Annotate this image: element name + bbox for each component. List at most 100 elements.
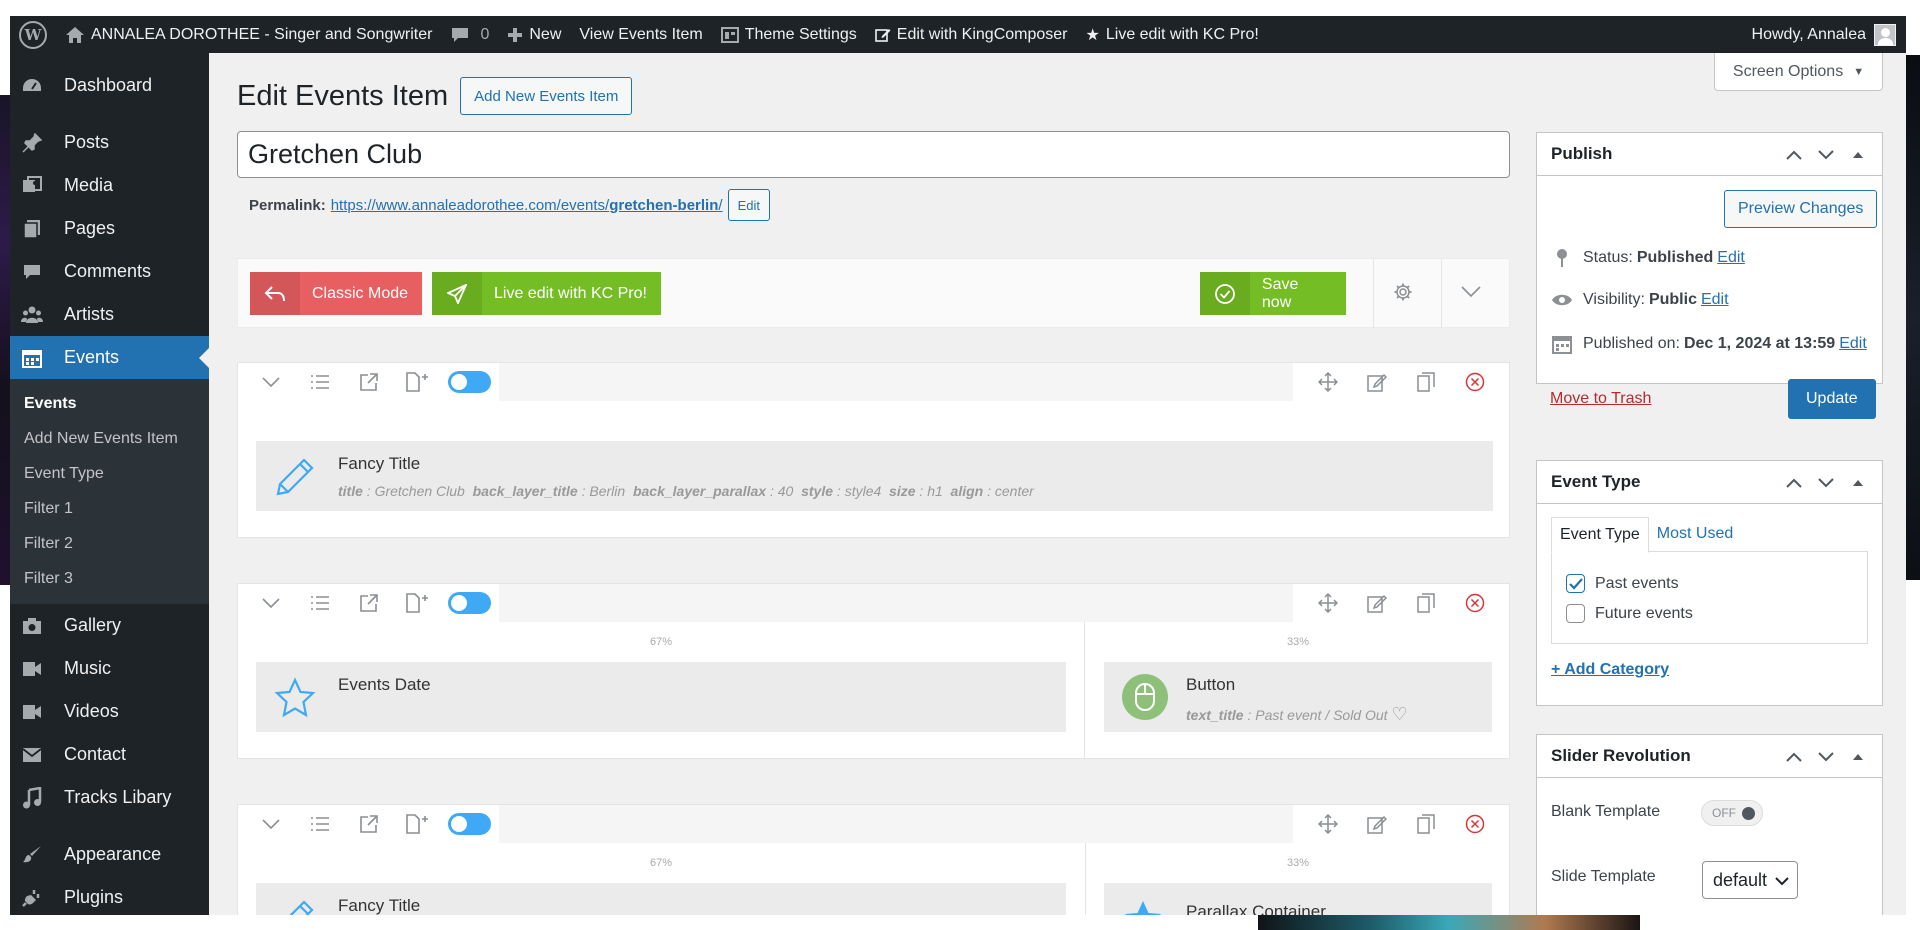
- sidebar-item-artists[interactable]: Artists: [10, 293, 209, 336]
- submenu-filter-2[interactable]: Filter 2: [10, 526, 209, 561]
- add-page-icon[interactable]: [393, 363, 442, 401]
- sidebar-item-label: Dashboard: [64, 75, 153, 95]
- edit-icon[interactable]: [1352, 584, 1401, 622]
- submenu-event-type[interactable]: Event Type: [10, 456, 209, 491]
- copy-icon[interactable]: [1401, 363, 1450, 401]
- chevron-down-icon[interactable]: [1810, 149, 1842, 160]
- slide-template-select[interactable]: default: [1702, 861, 1799, 899]
- sidebar-item-contact[interactable]: Contact: [10, 733, 209, 776]
- avatar: [1874, 23, 1896, 46]
- wp-logo-menu[interactable]: W: [10, 16, 56, 53]
- preview-changes-button[interactable]: Preview Changes: [1724, 190, 1878, 228]
- edit-kingcomposer-link[interactable]: Edit with KingComposer: [866, 16, 1077, 53]
- post-title-input[interactable]: Gretchen Club: [237, 131, 1510, 178]
- element-fancy-title[interactable]: Fancy Title title : Gretchen Club back_l…: [256, 441, 1493, 511]
- update-button[interactable]: Update: [1788, 379, 1876, 419]
- sidebar-item-comments[interactable]: Comments: [10, 250, 209, 293]
- move-icon[interactable]: [1303, 584, 1352, 622]
- sidebar-item-videos[interactable]: Videos: [10, 690, 209, 733]
- edit-icon[interactable]: [1352, 363, 1401, 401]
- row-visibility-toggle[interactable]: [448, 813, 491, 835]
- blank-template-switch[interactable]: OFF: [1701, 800, 1763, 826]
- list-icon[interactable]: [295, 584, 344, 622]
- kingcomposer-toolbar: Classic Mode Live edit with KC Pro! Save…: [237, 258, 1510, 329]
- move-icon[interactable]: [1303, 363, 1352, 401]
- visibility-edit-link[interactable]: Edit: [1701, 291, 1729, 309]
- row-visibility-toggle[interactable]: [448, 371, 491, 393]
- submenu-filter-3[interactable]: Filter 3: [10, 561, 209, 596]
- element-parallax-container[interactable]: Parallax Container: [1104, 883, 1492, 915]
- sidebar-item-tracks-libary[interactable]: Tracks Libary: [10, 776, 209, 819]
- sidebar-item-plugins[interactable]: Plugins: [10, 876, 209, 919]
- list-icon[interactable]: [295, 805, 344, 843]
- chevron-down-icon[interactable]: [246, 584, 295, 622]
- theme-settings-link[interactable]: Theme Settings: [712, 16, 866, 53]
- caret-up-icon[interactable]: [1842, 753, 1874, 761]
- category-option[interactable]: Future events: [1566, 604, 1693, 623]
- share-icon[interactable]: [344, 363, 393, 401]
- comments-link[interactable]: 0: [441, 16, 498, 53]
- move-icon[interactable]: [1303, 805, 1352, 843]
- permalink-edit-button[interactable]: Edit: [727, 189, 770, 221]
- chevron-up-icon[interactable]: [1778, 752, 1810, 762]
- caret-up-icon[interactable]: [1842, 151, 1874, 159]
- tab-most-used[interactable]: Most Used: [1649, 517, 1741, 553]
- submenu-add-new-events-item[interactable]: Add New Events Item: [10, 421, 209, 456]
- list-icon[interactable]: [295, 363, 344, 401]
- chevron-down-icon[interactable]: [1810, 751, 1842, 762]
- view-item-link[interactable]: View Events Item: [570, 16, 711, 53]
- live-edit-kc-button[interactable]: Live edit with KC Pro!: [432, 272, 661, 315]
- chevron-down-icon[interactable]: [246, 363, 295, 401]
- sidebar-item-media[interactable]: Media: [10, 164, 209, 207]
- add-page-icon[interactable]: [393, 805, 442, 843]
- delete-circle-icon[interactable]: [1450, 584, 1499, 622]
- element-events-date[interactable]: Events Date: [256, 662, 1066, 732]
- chevron-down-icon[interactable]: [246, 805, 295, 843]
- classic-mode-button[interactable]: Classic Mode: [250, 272, 422, 315]
- sidebar-item-events[interactable]: Events: [10, 336, 209, 379]
- category-option[interactable]: Past events: [1566, 574, 1679, 593]
- delete-circle-icon[interactable]: [1450, 363, 1499, 401]
- new-content-link[interactable]: New: [498, 16, 570, 53]
- share-icon[interactable]: [344, 584, 393, 622]
- element-fancy-title[interactable]: Fancy Title: [256, 883, 1066, 915]
- screen-options-button[interactable]: Screen Options ▼: [1714, 53, 1883, 91]
- sidebar-item-gallery[interactable]: Gallery: [10, 604, 209, 647]
- chevron-down-icon[interactable]: [1461, 285, 1481, 303]
- delete-circle-icon[interactable]: [1450, 805, 1499, 843]
- checkbox-unchecked[interactable]: [1566, 604, 1585, 623]
- my-account-menu[interactable]: Howdy, Annalea: [1752, 23, 1906, 46]
- row-visibility-toggle[interactable]: [448, 592, 491, 614]
- add-page-icon[interactable]: [393, 584, 442, 622]
- caret-up-icon[interactable]: [1842, 479, 1874, 487]
- chevron-down-icon[interactable]: [1810, 477, 1842, 488]
- share-icon[interactable]: [344, 805, 393, 843]
- add-category-link[interactable]: + Add Category: [1551, 661, 1669, 679]
- add-new-events-item-button[interactable]: Add New Events Item: [460, 77, 633, 115]
- permalink-link[interactable]: https://www.annaleadorothee.com/events/g…: [331, 197, 723, 214]
- site-name-link[interactable]: ANNALEA DOROTHEE - Singer and Songwriter: [56, 16, 441, 53]
- status-edit-link[interactable]: Edit: [1717, 249, 1745, 267]
- published-on-edit-link[interactable]: Edit: [1839, 335, 1867, 353]
- column-width-label: 33%: [1287, 636, 1310, 648]
- chevron-up-icon[interactable]: [1778, 478, 1810, 488]
- checkbox-checked[interactable]: [1566, 574, 1585, 593]
- submenu-filter-1[interactable]: Filter 1: [10, 491, 209, 526]
- tab-all-event-types[interactable]: Event Type: [1551, 517, 1649, 553]
- sidebar-item-dashboard[interactable]: Dashboard: [10, 64, 209, 107]
- chevron-up-icon[interactable]: [1778, 150, 1810, 160]
- gear-icon[interactable]: [1393, 282, 1413, 307]
- sidebar-item-pages[interactable]: Pages: [10, 207, 209, 250]
- live-edit-kc-link[interactable]: ★ Live edit with KC Pro!: [1077, 16, 1268, 53]
- copy-icon[interactable]: [1401, 805, 1450, 843]
- copy-icon[interactable]: [1401, 584, 1450, 622]
- permalink-base: https://www.annaleadorothee.com/events/: [330, 196, 610, 214]
- move-to-trash-link[interactable]: Move to Trash: [1550, 390, 1651, 408]
- edit-icon[interactable]: [1352, 805, 1401, 843]
- sidebar-item-appearance[interactable]: Appearance: [10, 833, 209, 876]
- sidebar-item-posts[interactable]: Posts: [10, 121, 209, 164]
- sidebar-item-music[interactable]: Music: [10, 647, 209, 690]
- save-now-button[interactable]: Save now: [1200, 272, 1346, 315]
- element-button[interactable]: Button text_title : Past event / Sold Ou…: [1104, 662, 1492, 732]
- submenu-events[interactable]: Events: [10, 386, 209, 421]
